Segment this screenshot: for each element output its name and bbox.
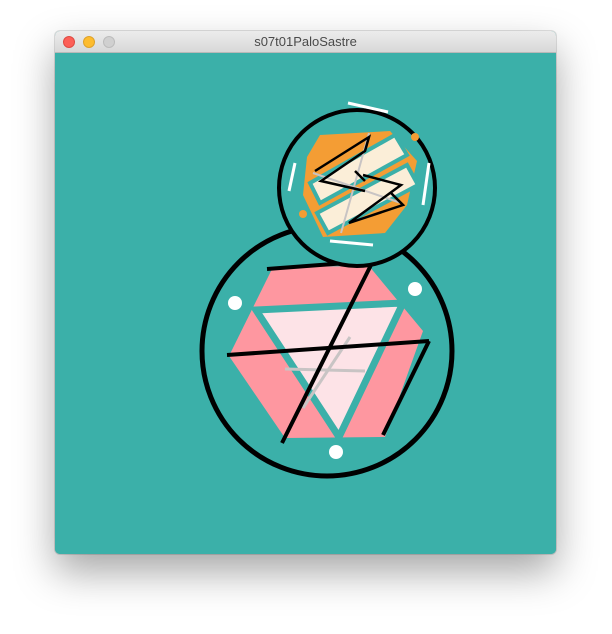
sketch-canvas bbox=[55, 53, 556, 554]
white-dot-left bbox=[228, 296, 242, 310]
window-title: s07t01PaloSastre bbox=[254, 34, 357, 49]
orange-dot-right bbox=[411, 133, 419, 141]
app-window: s07t01PaloSastre bbox=[55, 31, 556, 554]
grey-line-2 bbox=[284, 367, 366, 373]
title-bar: s07t01PaloSastre bbox=[55, 31, 556, 53]
white-dot-right bbox=[408, 282, 422, 296]
white-dot-bottom bbox=[329, 445, 343, 459]
orange-dot-left bbox=[299, 210, 307, 218]
